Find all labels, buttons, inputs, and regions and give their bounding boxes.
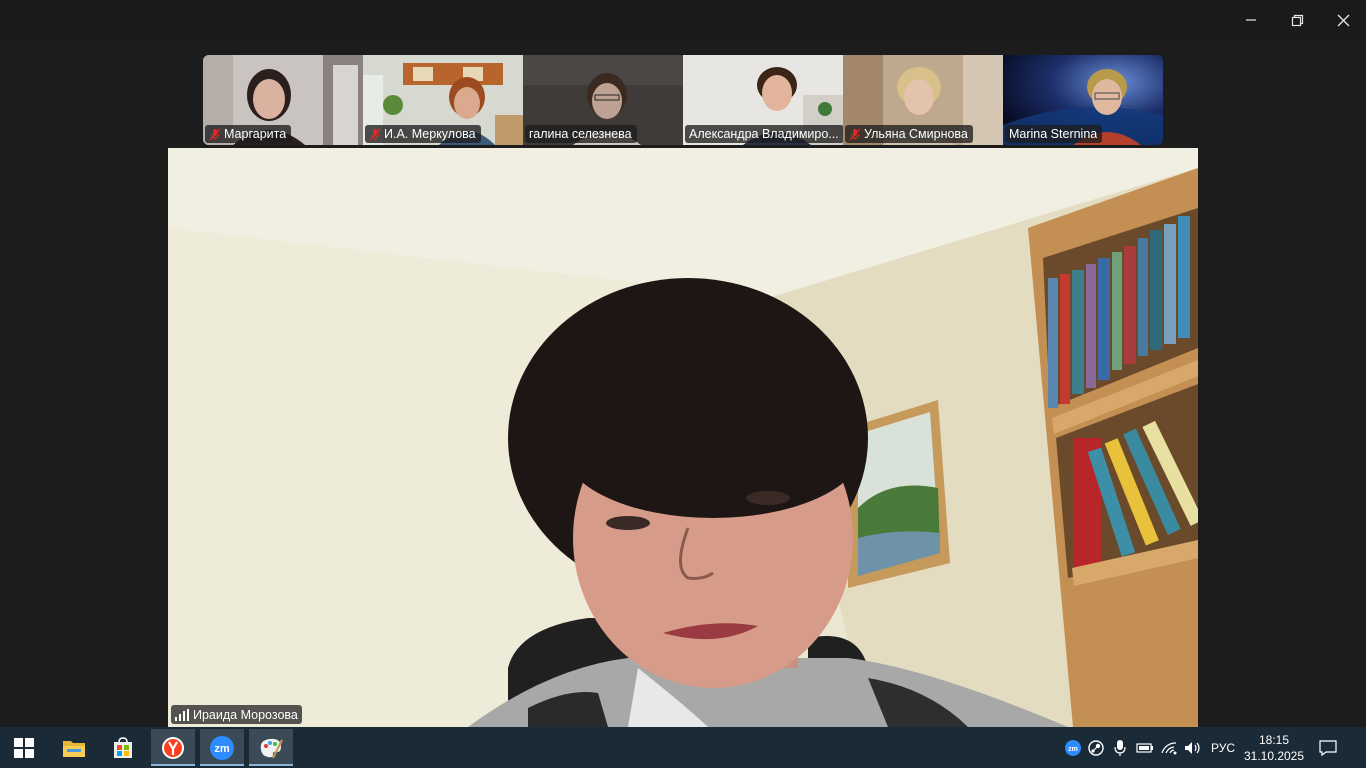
tray-steam[interactable]: [1086, 727, 1106, 768]
title-bar: [0, 0, 1366, 40]
tray-volume[interactable]: [1182, 727, 1204, 768]
windows-start-icon: [14, 737, 34, 758]
participant-namebar: Ульяна Смирнова: [845, 125, 973, 143]
close-button[interactable]: [1320, 0, 1366, 40]
minimize-icon: [1246, 19, 1256, 21]
paint-icon: [260, 738, 283, 758]
participant-namebar: Marina Sternina: [1005, 125, 1103, 143]
clock-date: 31.10.2025: [1243, 749, 1305, 763]
participant-tile[interactable]: Ульяна Смирнова: [843, 55, 1003, 145]
file-explorer-button[interactable]: [52, 729, 96, 766]
muted-mic-icon: [369, 128, 381, 140]
active-speaker-video[interactable]: Ираида Морозова: [168, 148, 1198, 727]
tray-zoom[interactable]: zm: [1063, 727, 1083, 768]
taskbar: zm zm РУС 18:15 31.10.2025: [0, 727, 1366, 768]
participant-tile[interactable]: И.А. Меркулова: [363, 55, 523, 145]
volume-icon: [1185, 741, 1200, 754]
microsoft-store-button[interactable]: [101, 729, 145, 766]
paint-button[interactable]: [249, 729, 293, 766]
action-center-button[interactable]: [1312, 727, 1344, 768]
participant-name: Marina Sternina: [1009, 127, 1098, 141]
svg-text:zm: zm: [1068, 746, 1078, 753]
tray-battery[interactable]: [1134, 727, 1156, 768]
svg-text:zm: zm: [214, 743, 230, 755]
participant-name: Маргарита: [224, 127, 287, 141]
steam-icon: [1088, 739, 1104, 756]
yandex-browser-icon: [162, 736, 184, 759]
restore-icon: [1291, 14, 1303, 26]
participant-tile[interactable]: Marina Sternina: [1003, 55, 1163, 145]
zoom-tray-icon: zm: [1065, 739, 1081, 756]
muted-mic-icon: [849, 128, 861, 140]
participant-name: Ульяна Смирнова: [864, 127, 968, 141]
file-explorer-icon: [63, 740, 85, 757]
participant-tile[interactable]: Маргарита: [203, 55, 363, 145]
microphone-icon: [1114, 739, 1126, 756]
wifi-icon: [1161, 741, 1177, 754]
start-button[interactable]: [2, 729, 46, 766]
battery-icon: [1136, 742, 1153, 753]
speaker-video-frame: [168, 148, 1198, 727]
participant-namebar: И.А. Меркулова: [365, 125, 481, 143]
clock[interactable]: 18:15 31.10.2025: [1244, 730, 1304, 766]
participant-namebar: Маргарита: [205, 125, 292, 143]
language-indicator[interactable]: РУС: [1204, 727, 1242, 768]
participant-gallery: Маргарита И.А. Меркулова галина селезнев…: [203, 55, 1163, 145]
clock-time: 18:15: [1258, 733, 1290, 747]
muted-mic-icon: [209, 128, 221, 140]
participant-namebar: Александра Владимиро...: [685, 125, 843, 143]
participant-name: галина селезнева: [529, 127, 632, 141]
signal-bars-icon: [175, 708, 189, 721]
zoom-icon: zm: [210, 735, 234, 760]
notification-icon: [1319, 739, 1337, 756]
participant-name: И.А. Меркулова: [384, 127, 476, 141]
participant-tile[interactable]: галина селезнева: [523, 55, 683, 145]
close-icon: [1337, 14, 1349, 26]
yandex-browser-button[interactable]: [151, 729, 195, 766]
minimize-button[interactable]: [1228, 0, 1274, 40]
tray-microphone[interactable]: [1110, 727, 1130, 768]
restore-button[interactable]: [1274, 0, 1320, 40]
speaker-name: Ираида Морозова: [193, 707, 298, 722]
meeting-area: Маргарита И.А. Меркулова галина селезнев…: [0, 40, 1366, 727]
microsoft-store-icon: [114, 736, 132, 758]
participant-namebar: галина селезнева: [525, 125, 637, 143]
participant-name: Александра Владимиро...: [689, 127, 839, 141]
tray-network[interactable]: [1159, 727, 1181, 768]
zoom-button[interactable]: zm: [200, 729, 244, 766]
speaker-namebar: Ираида Морозова: [171, 705, 302, 724]
participant-tile[interactable]: Александра Владимиро...: [683, 55, 843, 145]
